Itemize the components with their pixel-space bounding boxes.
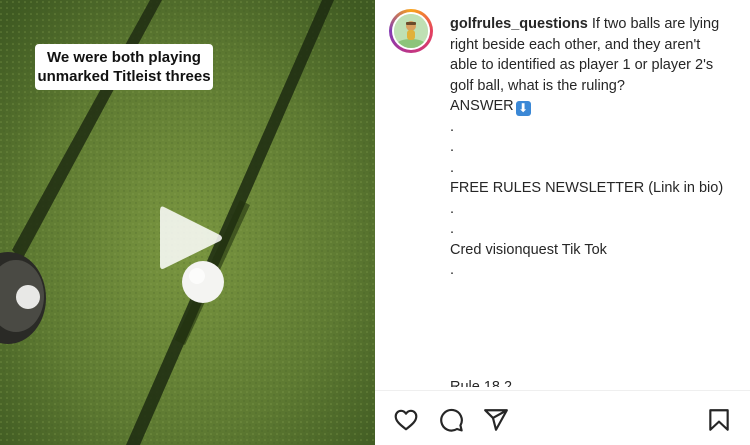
post-caption: golfrules_questions If two balls are lyi… [450,14,740,281]
dot-line: . [450,139,455,155]
dot-line: . [450,118,455,135]
heart-icon[interactable] [393,407,419,433]
share-icon[interactable] [483,407,509,433]
video-caption: We were both playing unmarked Titleist t… [35,44,213,90]
video-player[interactable]: We were both playing unmarked Titleist t… [0,0,375,445]
caption-text-line-3: able to identified as player 1 or player… [450,57,714,73]
credit-text: Cred visionquest Tik Tok [450,241,607,258]
dot-line: . [450,262,455,278]
golfer-logo-icon [394,14,428,48]
post-panel: golfrules_questions If two balls are lyi… [375,0,750,445]
bookmark-icon[interactable] [706,407,732,433]
down-arrow-emoji-icon: ⬇ [515,101,531,116]
dot-line: . [450,221,455,237]
comment-icon[interactable] [438,407,464,433]
newsletter-text: FREE RULES NEWSLETTER (Link in bio) [450,180,724,196]
caption-text-line-4: golf ball, what is the ruling? [450,77,625,94]
caption-line-2: unmarked Titleist threes [37,68,211,85]
caption-line-1: We were both playing [47,49,201,66]
rule-text-cut: Rule 18.2 [450,379,513,387]
play-icon[interactable] [156,203,226,273]
caption-text-line-1: If two balls are lying [591,16,720,32]
avatar[interactable] [389,9,433,53]
action-bar [375,391,750,445]
dot-line: . [450,159,455,176]
username-link[interactable]: golfrules_questions [450,16,588,32]
dot-line: . [450,200,455,217]
answer-label: ANSWER [450,98,514,114]
caption-text-line-2: right beside each other, and they aren't [450,36,701,53]
